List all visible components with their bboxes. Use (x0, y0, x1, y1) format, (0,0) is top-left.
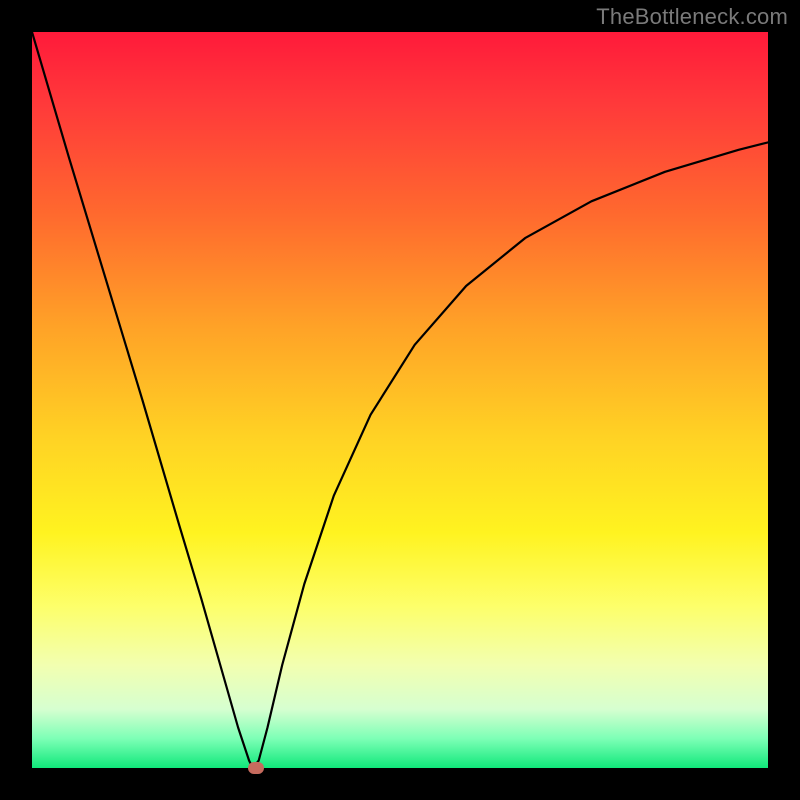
bottleneck-curve (32, 32, 768, 768)
chart-frame: TheBottleneck.com (0, 0, 800, 800)
optimum-marker (248, 762, 264, 774)
curve-path (32, 32, 768, 768)
watermark-text: TheBottleneck.com (596, 4, 788, 30)
plot-area (32, 32, 768, 768)
